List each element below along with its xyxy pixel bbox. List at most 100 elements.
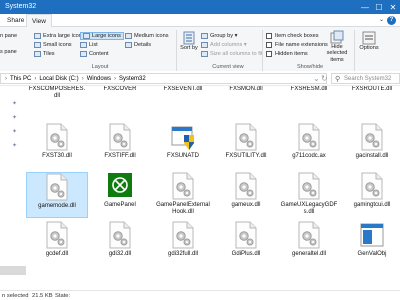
ribbon-expand-icon[interactable]: ⌄ <box>379 16 384 23</box>
close-button[interactable]: ✕ <box>386 0 400 14</box>
chevron-right-icon: › <box>5 75 7 82</box>
file-item[interactable]: GenValObj <box>341 221 400 267</box>
dll-file-icon <box>172 221 194 249</box>
sort-icon <box>183 31 195 45</box>
item-check-boxes-toggle[interactable]: Item check boxes <box>266 33 319 39</box>
refresh-icon[interactable]: ↻ <box>321 74 328 83</box>
file-name-label: FXSCOMPOSERES.dll <box>28 86 86 99</box>
add-columns-icon <box>201 42 208 48</box>
file-item[interactable]: GameUXLegacyGDFs.dll <box>278 172 340 218</box>
hide-selected-label: Hide selected items <box>326 44 348 63</box>
checkbox[interactable] <box>266 42 272 48</box>
file-grid: FXSCOMPOSERES.dll FXSCOVER FXSEVENT.dll FXS… <box>26 86 400 290</box>
search-input[interactable]: ⚲ Search System32 <box>331 73 400 84</box>
checkbox[interactable] <box>266 33 272 39</box>
breadcrumb-windows[interactable]: Windows <box>87 76 111 82</box>
layout-tiles[interactable]: Tiles <box>34 51 55 57</box>
maximize-button[interactable]: ☐ <box>372 0 386 14</box>
file-item[interactable]: FXSTIFF.dll <box>89 123 151 169</box>
file-name-label: GameUXLegacyGDFs.dll <box>280 202 338 215</box>
help-icon[interactable]: ? <box>387 16 396 25</box>
layout-list[interactable]: List <box>80 42 98 48</box>
file-name-label: GdiPlus.dll <box>231 251 261 257</box>
file-item[interactable]: gamemode.dll <box>26 172 88 218</box>
hide-selected-items-button[interactable]: Hide selected items <box>322 30 352 63</box>
ribbon-separator <box>354 30 355 72</box>
layout-details[interactable]: Details <box>125 42 151 48</box>
pin-icon[interactable]: ✦ <box>12 100 17 107</box>
ribbon-tabs: Share View <box>0 14 400 28</box>
layout-large-icons[interactable]: Large icons <box>80 32 124 40</box>
options-button[interactable]: Options <box>358 31 380 51</box>
layout-small-icons[interactable]: Small icons <box>34 42 72 48</box>
file-item[interactable]: FXSMON.dll <box>215 86 277 120</box>
selection-size: 21.5 KB <box>32 293 53 299</box>
details-pane-button[interactable]: s pane <box>0 49 17 55</box>
list-icon <box>80 42 87 48</box>
layout-extra-large-icons[interactable]: Extra large icons <box>34 33 85 39</box>
file-item[interactable]: GamePanelExternalHook.dll <box>152 172 214 218</box>
file-item[interactable]: GdiPlus.dll <box>215 221 277 267</box>
dll-file-icon <box>46 221 68 249</box>
layout-label: Content <box>89 51 109 57</box>
breadcrumb-local-disk[interactable]: Local Disk (C:) <box>39 76 78 82</box>
navigation-pane-button[interactable]: n pane <box>0 33 17 39</box>
file-item[interactable]: FXSUTILITY.dll <box>215 123 277 169</box>
file-item[interactable]: FXSCOMPOSERES.dll <box>26 86 88 120</box>
application-icon <box>360 223 384 247</box>
pin-icon[interactable]: ✦ <box>12 142 17 149</box>
file-name-label: gdi32.dll <box>108 251 132 257</box>
dll-file-icon <box>361 172 383 200</box>
file-item[interactable]: generaltel.dll <box>278 221 340 267</box>
add-columns-label: Add columns <box>210 42 243 48</box>
dll-file-icon <box>109 221 131 249</box>
group-by-label: Group by <box>210 33 234 39</box>
file-name-extensions-toggle[interactable]: File name extensions <box>266 42 328 48</box>
add-columns-button[interactable]: Add columns ▾ <box>201 42 247 48</box>
file-item[interactable]: FXSUNATD <box>152 123 214 169</box>
size-columns-button[interactable]: Size all columns to fit <box>201 51 263 57</box>
file-item[interactable]: gamingtcui.dll <box>341 172 400 218</box>
file-item[interactable]: FXSRESM.dll <box>278 86 340 120</box>
file-item[interactable]: FXSROUTE.dll <box>341 86 400 120</box>
dll-file-icon <box>298 123 320 151</box>
group-by-button[interactable]: Group by ▾ <box>201 33 237 39</box>
chevron-right-icon: › <box>81 75 84 82</box>
layout-label: Medium icons <box>134 33 169 39</box>
file-item[interactable]: gdi32.dll <box>89 221 151 267</box>
file-name-label: gameux.dll <box>231 202 261 208</box>
file-item[interactable]: GamePanel <box>89 172 151 218</box>
file-name-label: gcdef.dll <box>45 251 69 257</box>
file-item[interactable]: gameux.dll <box>215 172 277 218</box>
file-name-label: FXSRESM.dll <box>290 86 328 92</box>
layout-label: Large icons <box>92 33 121 39</box>
navigation-pane-selected-item[interactable] <box>0 266 26 275</box>
layout-content[interactable]: Content <box>80 51 109 57</box>
file-item[interactable]: FXSEVENT.dll <box>152 86 214 120</box>
breadcrumb-this-pc[interactable]: This PC <box>10 76 31 82</box>
file-item[interactable]: FXSCOVER <box>89 86 151 120</box>
file-item[interactable]: FXST30.dll <box>26 123 88 169</box>
window-title: System32 <box>5 3 37 10</box>
navigation-pane: ✦ ✦ ✦ ✦ <box>0 86 26 290</box>
tiles-icon <box>34 51 41 57</box>
minimize-button[interactable]: — <box>358 0 372 14</box>
address-row: › This PC › Local Disk (C:) › Windows › … <box>0 71 400 86</box>
hidden-items-toggle[interactable]: Hidden items <box>266 51 308 57</box>
address-dropdown-icon[interactable]: ⌄ <box>313 74 320 83</box>
file-item[interactable]: gcdef.dll <box>26 221 88 267</box>
tab-view[interactable]: View <box>26 14 52 28</box>
sort-by-button[interactable]: Sort by <box>180 31 198 51</box>
file-item[interactable]: gdi32full.dll <box>152 221 214 267</box>
pin-icon[interactable]: ✦ <box>12 114 17 121</box>
ribbon: n pane s pane Extra large icons Large ic… <box>0 27 400 75</box>
checkbox[interactable] <box>266 51 272 57</box>
layout-medium-icons[interactable]: Medium icons <box>125 33 169 39</box>
breadcrumb-system32[interactable]: System32 <box>119 76 146 82</box>
address-bar[interactable]: › This PC › Local Disk (C:) › Windows › … <box>0 73 327 84</box>
file-item[interactable]: gacinstall.dll <box>341 123 400 169</box>
file-item[interactable]: g711codc.ax <box>278 123 340 169</box>
medium-icons-icon <box>125 33 132 39</box>
file-name-label: GenValObj <box>357 251 387 257</box>
pin-icon[interactable]: ✦ <box>12 128 17 135</box>
